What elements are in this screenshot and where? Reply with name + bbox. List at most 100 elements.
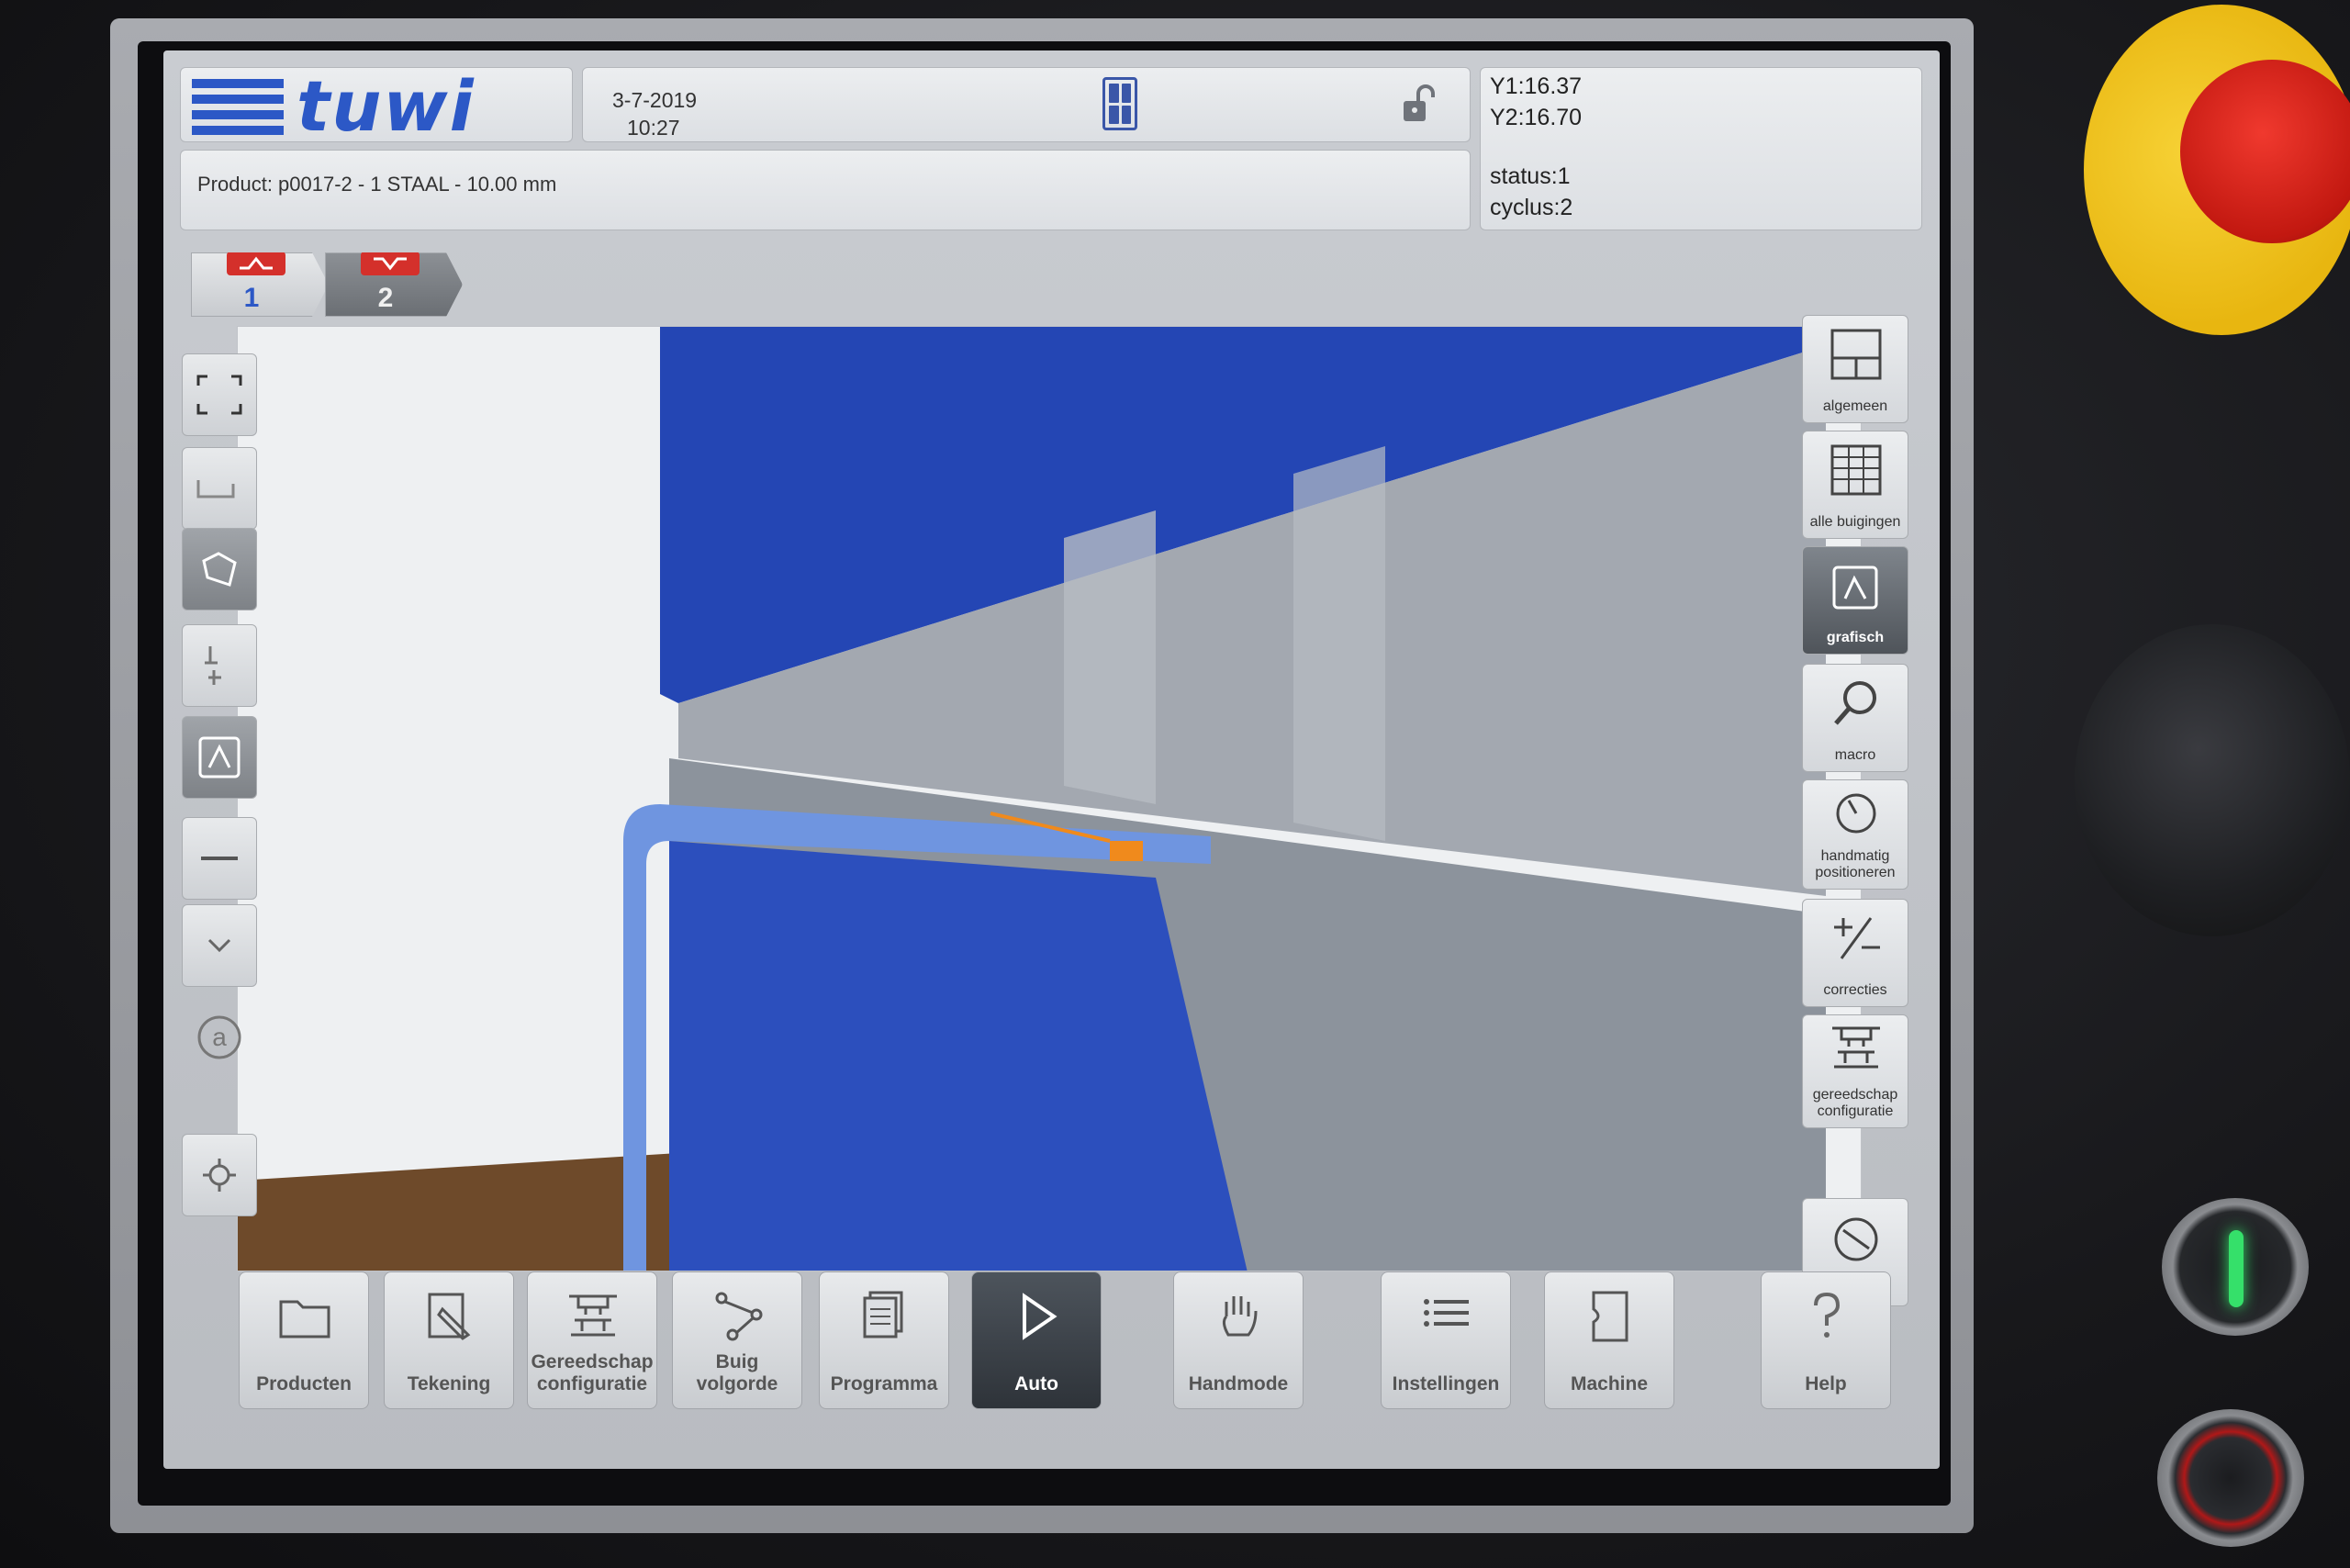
sidebar-label: correcties	[1823, 982, 1887, 998]
toolbar-tekening[interactable]: Tekening	[384, 1271, 514, 1409]
toolbar-label: Tekening	[407, 1373, 491, 1394]
sidebar-alle-buigingen[interactable]: alle buigingen	[1802, 431, 1908, 539]
sidebar-gereedschap-configuratie[interactable]: gereedschap configuratie	[1802, 1014, 1908, 1128]
toolbar-handmode[interactable]: Handmode	[1173, 1271, 1304, 1409]
bend-down-icon	[361, 252, 420, 275]
bend-tab-number: 1	[243, 283, 260, 313]
stop-button[interactable]	[2157, 1409, 2304, 1547]
lower-beam	[669, 841, 1248, 1271]
at-icon: a	[197, 1015, 241, 1059]
sidebar-handmatig-positioneren[interactable]: handmatig positioneren	[1802, 779, 1908, 890]
unlock-icon[interactable]	[1400, 83, 1437, 125]
toolbar-label: Gereedschap configuratie	[531, 1351, 654, 1394]
toolbar-machine[interactable]: Machine	[1544, 1271, 1674, 1409]
magnifier-icon	[1834, 681, 1876, 725]
toolbar-auto[interactable]: Auto	[971, 1271, 1102, 1409]
sidebar-label: gereedschap configuratie	[1812, 1087, 1898, 1119]
calculator-icon[interactable]	[1102, 77, 1137, 130]
toolbar-gereedschap-configuratie[interactable]: Gereedschap configuratie	[527, 1271, 657, 1409]
datetime-panel: 3-7-2019 10:27	[582, 67, 1471, 142]
settings-list-icon	[1424, 1299, 1469, 1327]
tool-config-icon	[569, 1294, 617, 1337]
toolbar-label: Programma	[830, 1373, 938, 1394]
gauge-icon	[1834, 1217, 1878, 1261]
layout-icon	[1830, 329, 1882, 380]
collapse-button[interactable]	[182, 817, 257, 900]
hand-icon	[1222, 1296, 1258, 1337]
toolbar-label: Producten	[256, 1373, 352, 1394]
toolbar-instellingen[interactable]: Instellingen	[1381, 1271, 1511, 1409]
simulation-button[interactable]	[182, 716, 257, 799]
tool-config-icon	[1832, 1026, 1880, 1069]
cycle-value: cyclus:2	[1490, 195, 1573, 220]
sidebar-label: macro	[1834, 747, 1876, 763]
help-icon	[1814, 1292, 1841, 1338]
folder-icon	[279, 1300, 330, 1338]
sidebar-macro[interactable]: macro	[1802, 664, 1908, 772]
toolbar-producten[interactable]: Producten	[239, 1271, 369, 1409]
toolbar-help[interactable]: Help	[1761, 1271, 1891, 1409]
toolbar-label: Instellingen	[1392, 1373, 1500, 1394]
program-icon	[863, 1291, 903, 1338]
dial-icon	[1836, 793, 1876, 834]
bend-simulation-view	[238, 327, 1826, 1271]
tool-segment	[1064, 510, 1156, 804]
tuwi-logo: tuwi	[192, 65, 476, 147]
bend-up-icon	[227, 252, 285, 275]
logo-text: tuwi	[297, 65, 476, 147]
scroll-down-button[interactable]	[182, 904, 257, 987]
drawing-icon	[428, 1293, 471, 1340]
svg-text:a: a	[212, 1023, 227, 1051]
floor	[238, 1153, 678, 1271]
sidebar-label: alle buigingen	[1809, 514, 1901, 530]
date-text: 3-7-2019	[612, 88, 698, 112]
hand-wheel-knob[interactable]	[2075, 624, 2350, 936]
toolbar-label: Auto	[1014, 1373, 1058, 1394]
toolbar-buig-volgorde[interactable]: Buig volgorde	[672, 1271, 802, 1409]
minus-icon	[201, 857, 238, 860]
graphic-view-icon	[1832, 566, 1878, 610]
sidebar-algemeen[interactable]: algemeen	[1802, 315, 1908, 423]
toolbar-label: Handmode	[1188, 1373, 1289, 1394]
bend-tab-number: 2	[377, 283, 394, 313]
sidebar-correcties[interactable]: correcties	[1802, 899, 1908, 1007]
toolbar-programma[interactable]: Programma	[819, 1271, 949, 1409]
start-indicator-light	[2229, 1230, 2244, 1307]
tool-view-button[interactable]	[182, 624, 257, 707]
status-value: status:1	[1490, 163, 1571, 189]
view-front-button[interactable]	[182, 447, 257, 530]
reset-view-button[interactable]	[182, 1134, 257, 1216]
hmi-screen: tuwi 3-7-2019 10:27 Product: p0017-2 - 1…	[163, 50, 1940, 1469]
bend-contact-highlight	[1110, 841, 1143, 861]
logo-panel: tuwi	[180, 67, 573, 142]
sidebar-label: grafisch	[1826, 630, 1885, 645]
machine-icon	[1592, 1291, 1628, 1342]
at-button[interactable]: a	[182, 996, 257, 1079]
emergency-stop-button[interactable]	[2180, 60, 2350, 243]
chevron-down-icon	[207, 938, 231, 953]
bend-tab-1[interactable]: 1	[191, 252, 329, 317]
play-icon	[1023, 1293, 1058, 1340]
view-3d-button[interactable]	[182, 528, 257, 610]
sidebar-label: handmatig positioneren	[1815, 848, 1896, 880]
plus-minus-icon	[1834, 917, 1880, 959]
view-3d-icon	[202, 552, 237, 587]
product-name: Product: p0017-2 - 1 STAAL - 10.00 mm	[197, 173, 557, 196]
y1-position: Y1:16.37	[1490, 73, 1583, 99]
table-icon	[1830, 444, 1882, 496]
y2-position: Y2:16.70	[1490, 105, 1583, 130]
sidebar-label: algemeen	[1822, 398, 1888, 414]
zoom-fit-button[interactable]	[182, 353, 257, 436]
sidebar-grafisch[interactable]: grafisch	[1802, 546, 1908, 655]
status-panel: Y1:16.37 Y2:16.70 status:1 cyclus:2	[1480, 67, 1922, 230]
zoom-fit-icon	[196, 375, 242, 415]
tool-view-icon	[205, 646, 221, 685]
graphic-viewport[interactable]	[237, 326, 1862, 1271]
simulation-icon	[198, 736, 241, 778]
bend-sequence-icon	[715, 1292, 763, 1341]
bend-tab-2[interactable]: 2	[325, 252, 463, 317]
toolbar-label: Help	[1805, 1373, 1847, 1394]
toolbar-label: Machine	[1570, 1373, 1649, 1394]
product-panel: Product: p0017-2 - 1 STAAL - 10.00 mm	[180, 150, 1471, 230]
time-text: 10:27	[627, 116, 680, 140]
